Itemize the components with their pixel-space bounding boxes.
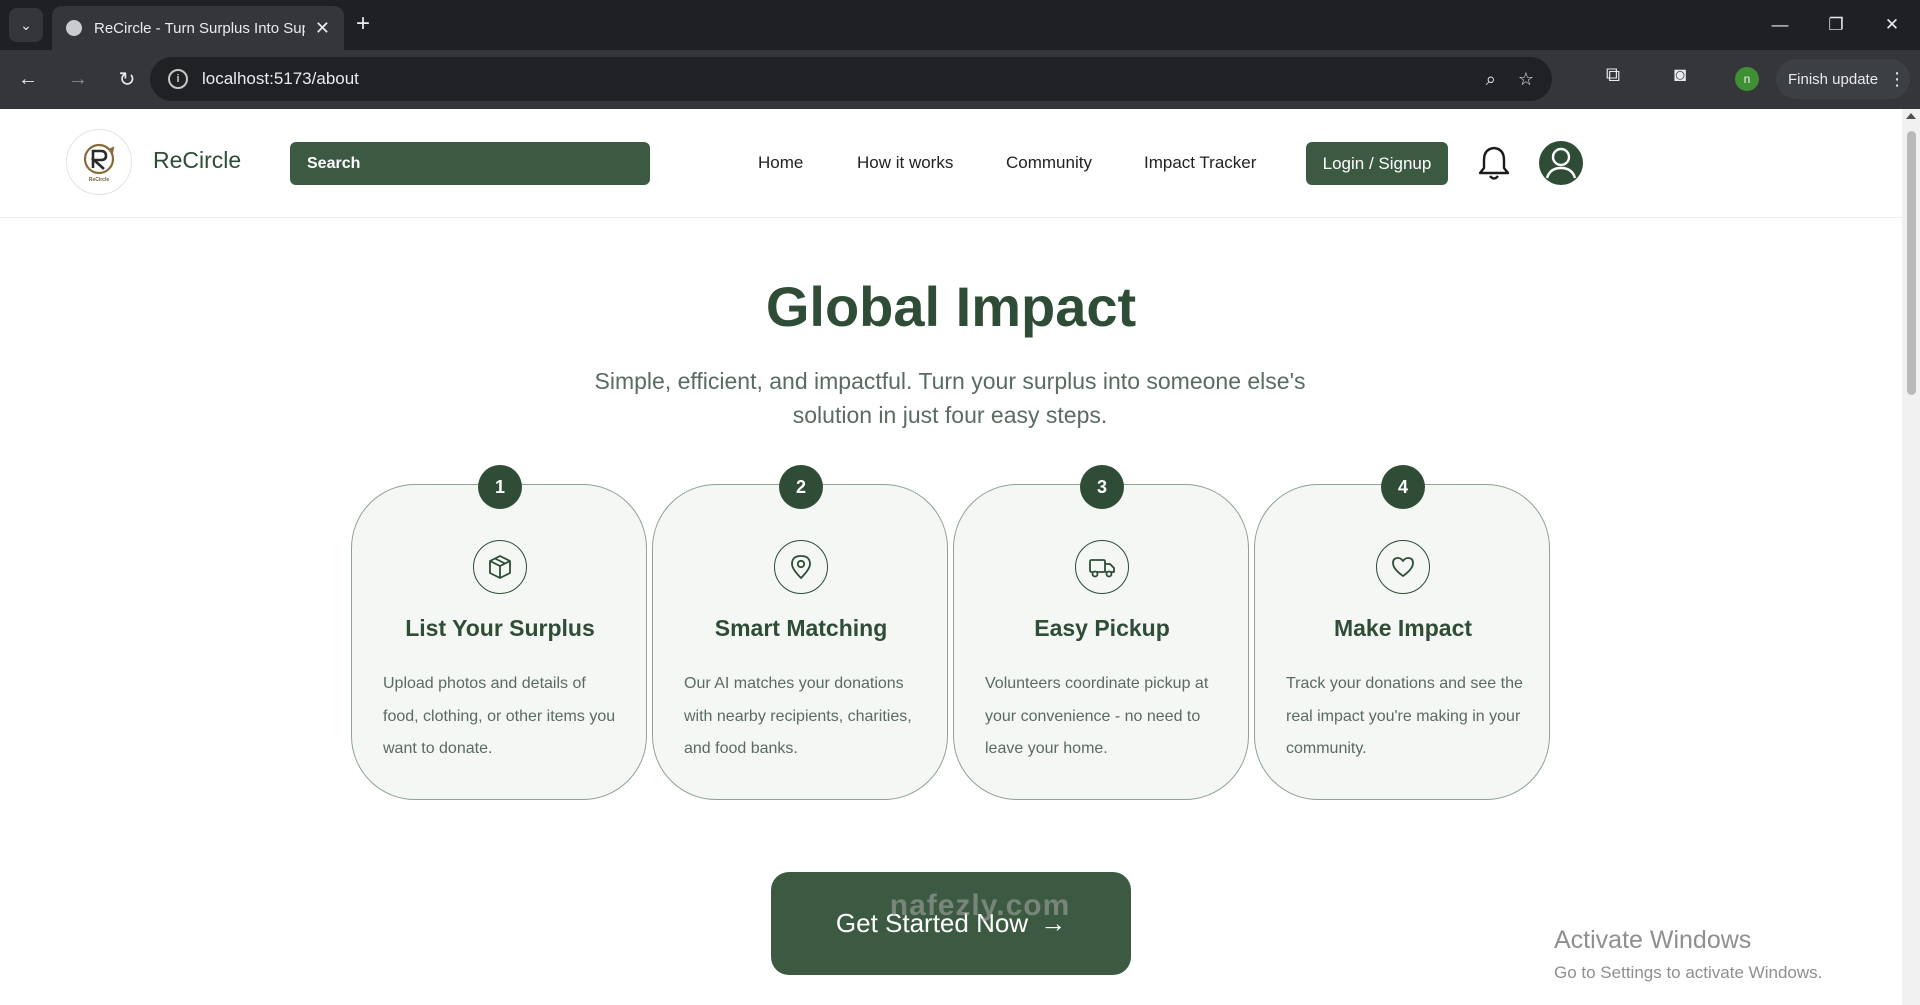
browser-toolbar: ← → ↻ i localhost:5173/about ⌕ ☆ ⧉ ◙ bbox=[0, 50, 1920, 109]
finish-update-button[interactable]: Finish update ⋮ bbox=[1776, 59, 1910, 99]
step-description: Upload photos and details of food, cloth… bbox=[383, 675, 616, 757]
forward-arrow-icon[interactable]: → bbox=[58, 68, 98, 91]
minimize-icon[interactable]: — bbox=[1752, 0, 1808, 50]
step-number-badge: 1 bbox=[478, 465, 522, 509]
site-logo[interactable]: ReCircle bbox=[66, 129, 132, 195]
window-controls: — ❐ ✕ bbox=[1752, 0, 1920, 50]
finish-update-label: Finish update bbox=[1788, 70, 1879, 88]
watermark-overlay: nafezly.com bbox=[889, 889, 1071, 922]
reload-icon[interactable]: ↻ bbox=[107, 67, 147, 92]
activation-title: Activate Windows bbox=[1554, 926, 1752, 954]
bookmark-star-icon[interactable]: ☆ bbox=[1518, 69, 1534, 90]
windows-activation-notice: Activate Windows Go to Settings to activ… bbox=[1554, 926, 1822, 983]
step-description: Track your donations and see the real im… bbox=[1286, 675, 1523, 757]
nav-link-home[interactable]: Home bbox=[758, 153, 803, 173]
more-vert-icon: ⋮ bbox=[1888, 68, 1907, 89]
zoom-icon[interactable]: ⌕ bbox=[1486, 69, 1496, 90]
heart-icon bbox=[1376, 540, 1430, 594]
step-description: Volunteers coordinate pickup at your con… bbox=[985, 675, 1209, 757]
brand-name[interactable]: ReCircle bbox=[153, 147, 241, 174]
step-number-badge: 3 bbox=[1080, 465, 1124, 509]
page-viewport: ReCircle ReCircle Home How it works Comm… bbox=[0, 109, 1902, 1005]
scrollbar-thumb[interactable] bbox=[1907, 131, 1916, 395]
truck-icon bbox=[1075, 540, 1129, 594]
browser-tab-active[interactable]: ReCircle - Turn Surplus Into Sup ✕ bbox=[52, 6, 344, 50]
tab-search-button[interactable]: ⌄ bbox=[9, 8, 43, 42]
step-title: List Your Surplus bbox=[405, 615, 595, 641]
step-card-easy-pickup: 3 Easy Pickup Volunteers coordinate pick… bbox=[953, 465, 1249, 800]
restore-icon[interactable]: ❐ bbox=[1808, 0, 1864, 50]
step-card-smart-matching: 2 Smart Matching Our AI matches your don… bbox=[652, 465, 948, 800]
get-started-button[interactable]: Get Started Now → bbox=[771, 872, 1131, 975]
screenshot-icon[interactable]: ◙ bbox=[1665, 64, 1695, 87]
site-header: ReCircle ReCircle Home How it works Comm… bbox=[0, 109, 1902, 218]
location-pin-icon bbox=[774, 540, 828, 594]
step-number-badge: 4 bbox=[1381, 465, 1425, 509]
extensions-puzzle-icon[interactable]: ⧉ bbox=[1598, 64, 1628, 87]
step-card-make-impact: 4 Make Impact Track your donations and s… bbox=[1254, 465, 1550, 800]
box-icon-glyph bbox=[489, 555, 511, 579]
box-icon bbox=[473, 540, 527, 594]
new-tab-button[interactable]: + bbox=[356, 10, 370, 38]
logo-caption: ReCircle bbox=[88, 176, 110, 183]
search-input[interactable] bbox=[307, 154, 627, 173]
step-number-badge: 2 bbox=[779, 465, 823, 509]
close-window-icon[interactable]: ✕ bbox=[1864, 0, 1920, 50]
chevron-down-icon: ⌄ bbox=[20, 16, 32, 33]
search-bar[interactable] bbox=[290, 142, 650, 185]
back-arrow-icon[interactable]: ← bbox=[8, 68, 48, 91]
url-text: localhost:5173/about bbox=[202, 69, 359, 88]
page-title: Global Impact bbox=[765, 275, 1137, 338]
profile-avatar[interactable]: n bbox=[1735, 67, 1759, 91]
activation-subtitle: Go to Settings to activate Windows. bbox=[1554, 963, 1823, 982]
address-bar[interactable]: i localhost:5173/about ⌕ ☆ bbox=[150, 57, 1552, 101]
step-description: Our AI matches your donations with nearb… bbox=[684, 675, 912, 757]
nav-link-impact-tracker[interactable]: Impact Tracker bbox=[1144, 153, 1256, 173]
close-tab-icon[interactable]: ✕ bbox=[315, 18, 330, 39]
nav-link-community[interactable]: Community bbox=[1006, 153, 1092, 173]
recycle-logo-icon bbox=[83, 143, 115, 174]
truck-icon-glyph bbox=[1089, 559, 1115, 578]
page-scrollbar[interactable] bbox=[1902, 109, 1920, 1005]
login-signup-button[interactable]: Login / Signup bbox=[1306, 142, 1448, 185]
site-info-icon[interactable]: i bbox=[168, 69, 188, 89]
browser-tab-bar: ⌄ ReCircle - Turn Surplus Into Sup ✕ + —… bbox=[0, 0, 1920, 50]
bell-icon[interactable] bbox=[1474, 143, 1514, 183]
step-card-list-your-surplus: 1 List Your Surplus Upload photos and de… bbox=[351, 465, 647, 800]
tab-title: ReCircle - Turn Surplus Into Sup bbox=[94, 19, 305, 37]
nav-link-how-it-works[interactable]: How it works bbox=[857, 153, 953, 173]
scroll-up-icon[interactable] bbox=[1906, 113, 1916, 119]
heart-icon-glyph bbox=[1392, 557, 1414, 577]
location-pin-icon-glyph bbox=[791, 555, 811, 580]
step-title: Easy Pickup bbox=[1034, 615, 1170, 641]
favicon-icon bbox=[66, 20, 82, 36]
user-avatar-icon[interactable] bbox=[1538, 140, 1584, 186]
step-title: Make Impact bbox=[1333, 615, 1473, 641]
page-subtitle: Simple, efficient, and impactful. Turn y… bbox=[594, 368, 1306, 428]
step-title: Smart Matching bbox=[714, 615, 888, 641]
